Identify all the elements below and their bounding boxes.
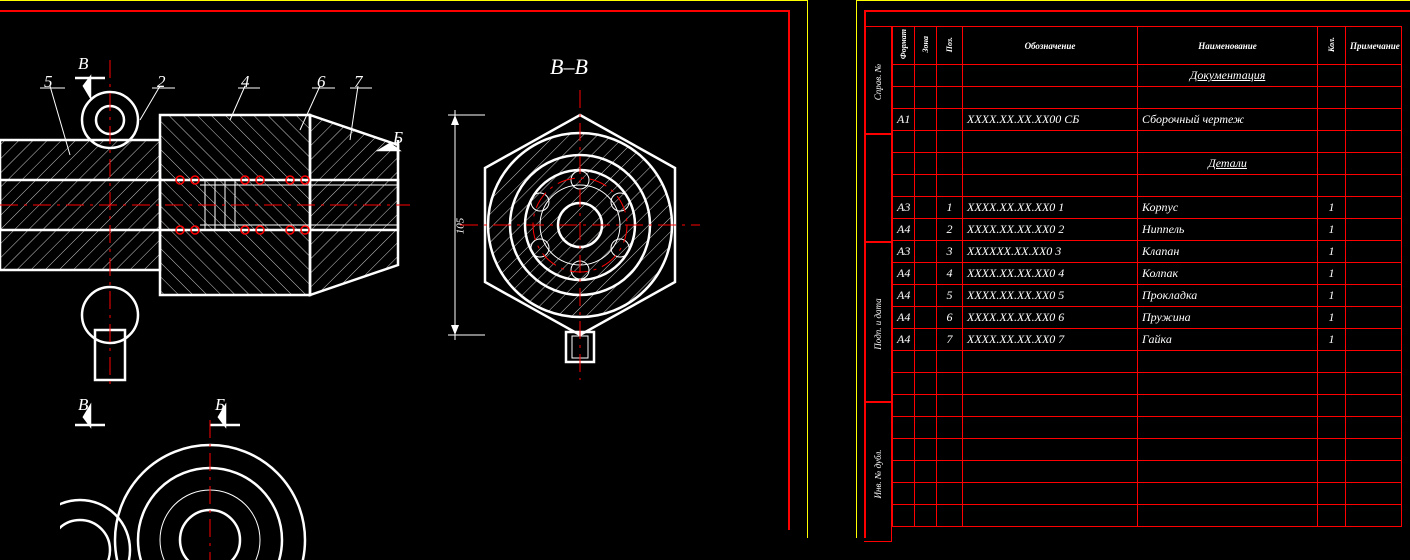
side-tab-0: Справ. № [873,32,883,132]
section-bb-title: В–В [550,54,588,80]
section-docs: Документация [1138,65,1318,87]
part-row: А44ХХХХ.ХХ.ХХ.ХХ0 4Колпак1 [893,263,1402,285]
doc-row: А1 ХХХХ.ХХ.ХХ.ХХ00 СБ Сборочный чертеж [893,109,1402,131]
part-row: А42ХХХХ.ХХ.ХХ.ХХ0 2Ниппель1 [893,219,1402,241]
side-tab-3: Инв. № дубл. [873,424,883,524]
hdr-zone: Зона [915,27,937,65]
hdr-name: Наименование [1138,27,1318,65]
side-tab-2: Подп. и дата [873,274,883,374]
section-parts: Детали [1138,153,1318,175]
bom-table-wrap: Формат Зона Поз. Обозначение Наименовани… [892,26,1402,527]
part-row: А31ХХХХ.ХХ.ХХ.ХХ0 1Корпус1 [893,197,1402,219]
part-row: А46ХХХХ.ХХ.ХХ.ХХ0 6Пружина1 [893,307,1402,329]
part-row: А47ХХХХ.ХХ.ХХ.ХХ0 7Гайка1 [893,329,1402,351]
bom-header-row: Формат Зона Поз. Обозначение Наименовани… [893,27,1402,65]
hdr-pos: Поз. [937,27,963,65]
hdr-qty: Кол. [1318,27,1346,65]
bom-table: Формат Зона Поз. Обозначение Наименовани… [892,26,1402,527]
bom-body: Документация А1 ХХХХ.ХХ.ХХ.ХХ00 СБ Сборо… [893,65,1402,527]
hdr-format: Формат [893,27,915,65]
hdr-designation: Обозначение [963,27,1138,65]
section-bb-view [440,80,740,420]
drawing-viewport: В В Б Б В–В 5 2 4 6 7 105 [0,0,790,538]
hdr-note: Примечание [1346,27,1402,65]
part-row: А33ХХХХХХ.ХХ.ХХ0 3Клапан1 [893,241,1402,263]
part-row: А45ХХХХ.ХХ.ХХ.ХХ0 5Прокладка1 [893,285,1402,307]
bottom-aux-views [60,420,380,560]
revision-side-tabs: Справ. № Подп. и дата Инв. № дубл. [864,26,892,538]
